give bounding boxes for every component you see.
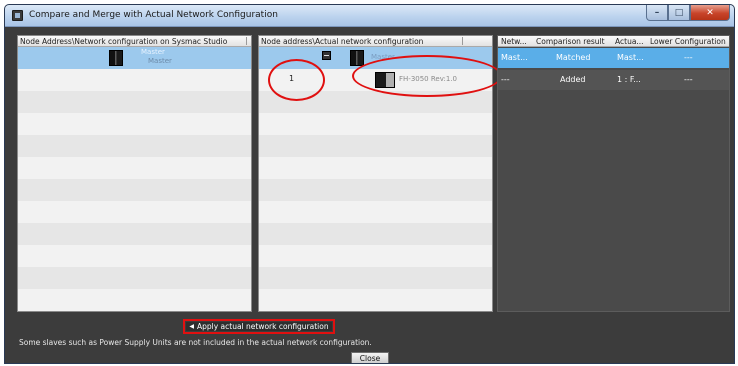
empty-row[interactable] <box>18 69 251 91</box>
empty-row[interactable] <box>18 267 251 289</box>
mid-header-label: Node address\Actual network configuratio… <box>261 37 424 46</box>
empty-row[interactable] <box>259 179 492 201</box>
sysmac-network-pane[interactable]: Node Address\Network configuration on Sy… <box>17 35 252 312</box>
title-bar[interactable]: Compare and Merge with Actual Network Co… <box>5 5 734 27</box>
master-device-icon <box>109 50 123 66</box>
app-icon <box>12 10 23 21</box>
device-highlight <box>352 55 502 97</box>
comparison-row[interactable]: --- Added 1 : F... --- <box>498 70 729 90</box>
column-divider[interactable] <box>462 37 463 45</box>
comparison-table-header: Netw... Comparison result Actua... Lower… <box>498 36 729 47</box>
window-controls: – □ ✕ <box>646 5 730 23</box>
row-actual: 1 : F... <box>617 75 641 84</box>
apply-button-label: Apply actual network configuration <box>196 322 329 331</box>
col-comparison-result: Comparison result <box>536 37 605 46</box>
empty-row[interactable] <box>259 289 492 311</box>
collapse-icon[interactable] <box>322 51 331 60</box>
comparison-result-pane[interactable]: Netw... Comparison result Actua... Lower… <box>497 35 730 312</box>
empty-row[interactable] <box>18 91 251 113</box>
empty-row[interactable] <box>18 135 251 157</box>
empty-row[interactable] <box>259 157 492 179</box>
row-lower: --- <box>684 53 693 62</box>
empty-row[interactable] <box>259 223 492 245</box>
col-lower-configuration: Lower Configuration <box>650 37 726 46</box>
row-network: Mast... <box>501 53 528 62</box>
master-subtitle: Master <box>148 57 172 65</box>
apply-actual-config-button[interactable]: ◀ Apply actual network configuration <box>186 322 332 331</box>
col-actual: Actua... <box>615 37 644 46</box>
row-actual: Mast... <box>617 53 644 62</box>
node-address-highlight <box>268 59 325 101</box>
empty-row[interactable] <box>18 201 251 223</box>
mid-pane-header: Node address\Actual network configuratio… <box>259 36 492 47</box>
master-device-icon <box>350 50 364 66</box>
empty-row[interactable] <box>18 223 251 245</box>
empty-row[interactable] <box>18 245 251 267</box>
column-divider[interactable] <box>246 37 247 45</box>
col-network: Netw... <box>501 37 527 46</box>
row-result: Added <box>560 75 586 84</box>
master-name: Master <box>141 48 165 56</box>
maximize-button[interactable]: □ <box>668 5 690 21</box>
comparison-row[interactable]: Mast... Matched Mast... --- <box>498 48 729 68</box>
minimize-button[interactable]: – <box>646 5 668 21</box>
empty-row[interactable] <box>259 267 492 289</box>
window-title: Compare and Merge with Actual Network Co… <box>29 10 278 20</box>
empty-row[interactable] <box>259 201 492 223</box>
row-network: --- <box>501 75 510 84</box>
empty-row[interactable] <box>18 179 251 201</box>
empty-row[interactable] <box>259 135 492 157</box>
master-row[interactable]: Master Master <box>18 47 251 69</box>
left-pane-header: Node Address\Network configuration on Sy… <box>18 36 251 47</box>
info-note: Some slaves such as Power Supply Units a… <box>19 338 372 347</box>
close-window-button[interactable]: ✕ <box>690 5 730 21</box>
row-lower: --- <box>684 75 693 84</box>
empty-row[interactable] <box>18 157 251 179</box>
apply-button-highlight: ◀ Apply actual network configuration <box>183 319 335 334</box>
empty-row[interactable] <box>18 113 251 135</box>
empty-row[interactable] <box>18 289 251 311</box>
left-header-label: Node Address\Network configuration on Sy… <box>20 37 228 46</box>
compare-merge-dialog: Compare and Merge with Actual Network Co… <box>4 4 735 364</box>
left-arrow-icon: ◀ <box>189 323 194 330</box>
empty-row[interactable] <box>259 245 492 267</box>
empty-row[interactable] <box>259 113 492 135</box>
row-result: Matched <box>556 53 591 62</box>
close-button[interactable]: Close <box>351 352 389 363</box>
